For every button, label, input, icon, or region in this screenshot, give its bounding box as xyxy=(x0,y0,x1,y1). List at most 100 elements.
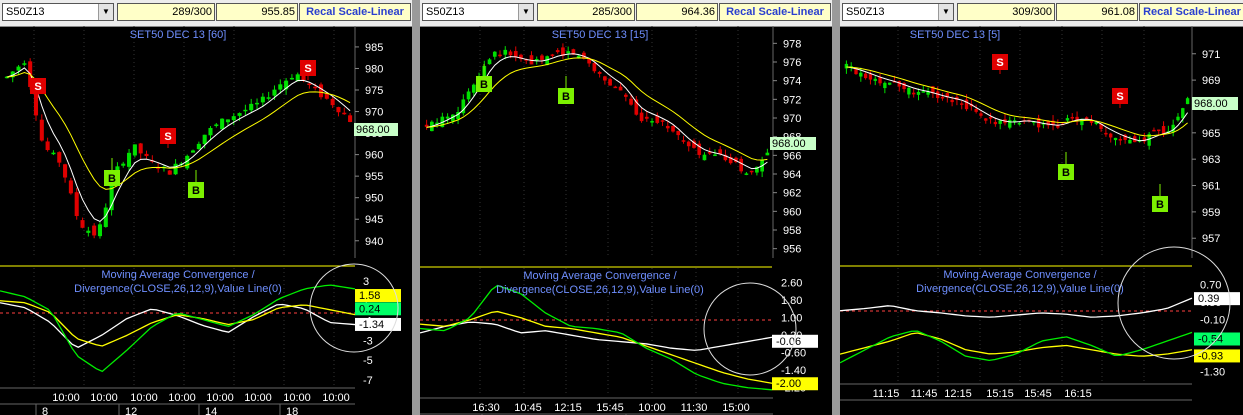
macd-tick-label: 1.80 xyxy=(781,295,802,307)
time-tick-label: 12:15 xyxy=(554,402,582,414)
candle-body xyxy=(1176,116,1180,121)
candle-body xyxy=(254,102,260,105)
price-axis: 985980975970965960955950945940 xyxy=(354,26,383,258)
macd-line xyxy=(420,321,773,351)
chart-title: SET50 DEC 13 [60] xyxy=(130,29,227,41)
price-tick-label: 940 xyxy=(365,236,383,248)
recal-scale-button[interactable]: Recal Scale-Linear xyxy=(1139,3,1243,21)
signal-label: S xyxy=(304,63,311,75)
time-tick-label: 10:00 xyxy=(322,392,350,404)
bar-count: 285/300 xyxy=(537,3,635,21)
candle-body xyxy=(121,163,126,166)
candle-body xyxy=(629,98,633,105)
candle-body xyxy=(424,124,429,127)
candle-body xyxy=(597,71,602,74)
panel-separator[interactable] xyxy=(412,0,420,415)
macd-title-2: Divergence(CLOSE,26,12,9),Value Line(0) xyxy=(916,283,1124,295)
candle-body xyxy=(883,82,887,89)
price-tick-label: 970 xyxy=(365,107,383,119)
candle-body xyxy=(289,77,294,80)
candle-body xyxy=(854,68,858,75)
current-price: 968.00 xyxy=(1194,98,1228,110)
candle-body xyxy=(16,66,21,71)
symbol-value: S50Z13 xyxy=(426,6,465,18)
macd-tick-label: 0.70 xyxy=(1200,280,1221,292)
signal-label: B xyxy=(1062,167,1070,179)
candle-body xyxy=(974,109,978,112)
ma-slow-line xyxy=(426,57,768,161)
bar-count: 289/300 xyxy=(117,3,215,21)
candle-body xyxy=(686,141,691,147)
recal-scale-button[interactable]: Recal Scale-Linear xyxy=(299,3,411,21)
signal-label: B xyxy=(480,79,488,91)
candle-body xyxy=(144,153,149,157)
price-tick-label: 985 xyxy=(365,42,383,54)
price-tick-label: 969 xyxy=(1202,75,1220,87)
signal-label: S xyxy=(164,131,171,143)
chevron-down-icon[interactable]: ▼ xyxy=(98,4,113,20)
candle-body xyxy=(272,89,277,96)
chart-toolbar: S50Z13 ▼ 285/300 964.36 Recal Scale-Line… xyxy=(420,0,832,27)
last-price: 964.36 xyxy=(636,3,718,21)
price-tick-label: 976 xyxy=(783,57,801,69)
macd-title-1: Moving Average Convergence / xyxy=(943,269,1097,281)
candle-body xyxy=(1118,139,1123,141)
price-tick-label: 971 xyxy=(1202,49,1220,61)
time-tick-label: 11:45 xyxy=(911,388,938,400)
candle-body xyxy=(86,230,91,233)
time-tick-label: 12:15 xyxy=(944,388,972,400)
candle-body xyxy=(33,90,39,116)
price-area: SET50 DEC 13 [15] 9789769749729709689669… xyxy=(424,26,816,258)
time-axis: 10:00 10:00 10:00 10:00 10:00 10:00 10:00 10:00… xyxy=(0,386,355,415)
candle-body xyxy=(63,164,68,178)
chart-canvas[interactable]: SET50 DEC 13 [60] 9859809759709659609559… xyxy=(0,26,412,415)
price-tick-label: 959 xyxy=(1202,207,1220,219)
time-tick-label: 15:45 xyxy=(596,402,624,414)
time-tick-label: 10:00 xyxy=(90,392,118,404)
signal-label: S xyxy=(996,57,1003,69)
candles xyxy=(844,60,1190,150)
signals: S B S B S xyxy=(30,60,316,198)
price-tick-label: 970 xyxy=(783,113,801,125)
candle-body xyxy=(964,99,969,110)
candle-body xyxy=(868,74,873,80)
candle-body xyxy=(1152,129,1156,132)
current-price: 968.00 xyxy=(772,138,806,150)
time-tick-label: 15:45 xyxy=(1024,388,1052,400)
chevron-down-icon[interactable]: ▼ xyxy=(938,4,953,20)
ma-fast-line xyxy=(426,53,768,170)
candle-body xyxy=(984,118,988,121)
symbol-select[interactable]: S50Z13 ▼ xyxy=(2,3,114,21)
candles xyxy=(4,58,353,239)
candle-body xyxy=(74,192,79,217)
candle-body xyxy=(492,51,497,57)
time-tick-label: 10:00 xyxy=(130,392,158,404)
time-tick-label: 10:00 xyxy=(52,392,80,404)
candle-body xyxy=(859,72,863,77)
panel-separator[interactable] xyxy=(832,0,840,415)
candle-body xyxy=(623,94,628,97)
price-tick-label: 978 xyxy=(783,38,801,50)
candle-body xyxy=(330,98,335,106)
candle-body xyxy=(45,141,50,151)
symbol-select[interactable]: S50Z13 ▼ xyxy=(422,3,534,21)
price-tick-label: 961 xyxy=(1202,181,1220,193)
chevron-down-icon[interactable]: ▼ xyxy=(518,4,533,20)
candle-body xyxy=(940,96,945,99)
macd-title-2: Divergence(CLOSE,26,12,9),Value Line(0) xyxy=(74,283,282,295)
current-price-marker: 968.00 xyxy=(354,123,398,136)
macd-value-label: 0.39 xyxy=(1198,293,1219,305)
signal-label: B xyxy=(108,173,116,185)
chart-canvas[interactable]: SET50 DEC 13 [15] 9789769749729709689669… xyxy=(420,26,832,415)
candle-body xyxy=(225,119,230,123)
candle-body xyxy=(260,96,265,103)
recal-scale-button[interactable]: Recal Scale-Linear xyxy=(719,3,831,21)
date-tick-label: 8 xyxy=(42,406,48,415)
chart-panel-3: S50Z13 ▼ 309/300 961.08 Recal Scale-Line… xyxy=(840,0,1243,415)
symbol-select[interactable]: S50Z13 ▼ xyxy=(842,3,954,21)
candle-body xyxy=(988,116,993,119)
macd-value-label: -0.06 xyxy=(776,336,801,348)
price-tick-label: 964 xyxy=(783,169,801,181)
chart-canvas[interactable]: SET50 DEC 13 [5] 97196996796596396195995… xyxy=(840,26,1243,415)
price-tick-label: 956 xyxy=(783,244,801,256)
